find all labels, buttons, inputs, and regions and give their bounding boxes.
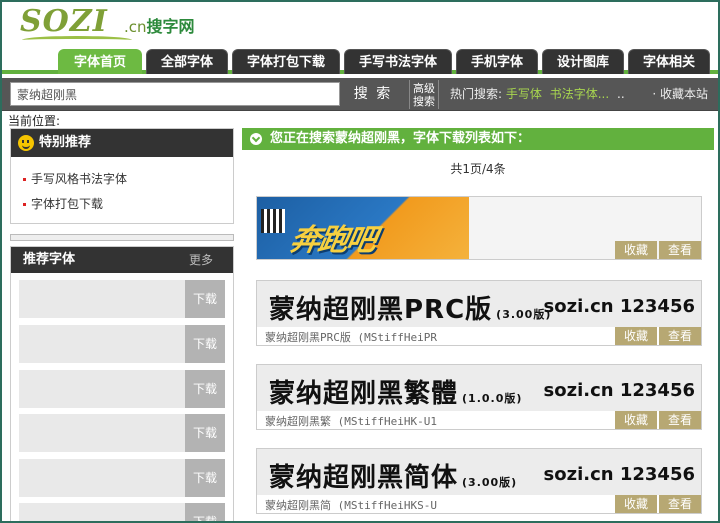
advanced-search-line2: 搜索 [413,95,435,108]
download-button[interactable]: 下载 [185,459,225,497]
download-button[interactable]: 下载 [185,280,225,318]
hot-search-more: .. [617,87,625,101]
tab-all-fonts[interactable]: 全部字体 [146,49,228,74]
special-recommend-panel: 特别推荐 手写风格书法字体 字体打包下载 [10,128,234,224]
list-item[interactable]: 下载 [19,414,225,452]
list-item[interactable]: 下载 [19,280,225,318]
results-header-text: 您正在搜索蒙纳超刚黑，字体下载列表如下： [270,131,531,146]
site-logo[interactable]: SOZI .cn搜字网 [20,4,210,44]
tab-font-packages[interactable]: 字体打包下载 [232,49,340,74]
list-item[interactable]: 下载 [19,503,225,521]
view-button[interactable]: 查看 [659,411,701,429]
ad-banner-card: 奔跑吧 收藏 查看 [256,196,702,260]
bookmark-site-link[interactable]: · 收藏本站 [652,78,708,111]
hot-search-label: 热门搜索: [450,87,503,101]
logo-cn-text: 搜字网 [146,17,195,36]
tab-font-home[interactable]: 字体首页 [58,49,142,74]
font-preview-brand: sozi.cn 123456 [543,380,695,401]
ad-banner-text: 奔跑吧 [287,223,378,258]
tab-handwriting-fonts[interactable]: 手写书法字体 [344,49,452,74]
header: SOZI .cn搜字网 字体首页 全部字体 字体打包下载 手写书法字体 手机字体… [2,2,718,74]
search-bar: 搜 索 高级 搜索 热门搜索: 手写体 书法字体... .. · 收藏本站 [2,78,718,111]
smiley-icon [18,135,34,151]
hot-searches: 热门搜索: 手写体 书法字体... .. [450,78,625,111]
results-header: 您正在搜索蒙纳超刚黑，字体下载列表如下： [242,128,714,150]
search-input[interactable] [10,82,340,106]
font-preview-brand: sozi.cn 123456 [543,464,695,485]
font-preview-brand: sozi.cn 123456 [543,296,695,317]
favorite-button[interactable]: 收藏 [615,327,657,345]
more-link[interactable]: 更多 [189,247,213,273]
arrow-down-icon [250,133,262,145]
page-info: 共1页/4条 [450,162,506,176]
font-preview-name: 蒙纳超刚黑简体 (3.00版) [269,457,517,494]
recommend-link-handwriting[interactable]: 手写风格书法字体 [23,167,233,192]
font-caption[interactable]: 蒙纳超刚黑简 (MStiffHeiHKS-U [265,497,437,513]
tab-design-gallery[interactable]: 设计图库 [542,49,624,74]
logo-chinese: .cn搜字网 [124,13,195,37]
favorite-button[interactable]: 收藏 [615,241,657,259]
download-button[interactable]: 下载 [185,370,225,408]
page-frame: SOZI .cn搜字网 字体首页 全部字体 字体打包下载 手写书法字体 手机字体… [0,0,720,523]
font-preview-title: 蒙纳超刚黑简体 [269,463,459,493]
font-result-card: 蒙纳超刚黑简体 (3.00版) sozi.cn 123456 蒙纳超刚黑简 (MS… [256,448,702,514]
font-caption[interactable]: 蒙纳超刚黑繁 (MStiffHeiHK-U1 [265,413,437,429]
logo-wordmark: SOZI [20,4,108,39]
special-recommend-title: 特别推荐 [39,135,92,150]
font-preview-name: 蒙纳超刚黑PRC版 (3.00版) [269,289,551,326]
logo-domain: .cn [124,18,147,36]
download-button[interactable]: 下载 [185,325,225,363]
list-item[interactable]: 下载 [19,459,225,497]
special-recommend-header: 特别推荐 [11,129,233,157]
font-result-card: 蒙纳超刚黑PRC版 (3.00版) sozi.cn 123456 蒙纳超刚黑PRC… [256,280,702,346]
font-preview-title: 蒙纳超刚黑PRC版 [269,295,493,325]
hot-search-link-handwriting[interactable]: 手写体 [506,87,542,101]
ad-banner-image[interactable]: 奔跑吧 [257,197,469,259]
advanced-search-button[interactable]: 高级 搜索 [409,80,439,109]
logo-swoosh [22,36,132,44]
list-item[interactable]: 下载 [19,325,225,363]
download-button[interactable]: 下载 [185,503,225,521]
font-preview-version: (3.00版) [462,476,518,489]
download-button[interactable]: 下载 [185,414,225,452]
view-button[interactable]: 查看 [659,495,701,513]
favorite-button[interactable]: 收藏 [615,411,657,429]
font-result-card: 蒙纳超刚黑繁體 (1.0.0版) sozi.cn 123456 蒙纳超刚黑繁 (M… [256,364,702,430]
font-preview-image[interactable]: 蒙纳超刚黑简体 (3.00版) sozi.cn 123456 [257,449,701,495]
favorite-button[interactable]: 收藏 [615,495,657,513]
list-item[interactable]: 下载 [19,370,225,408]
tab-mobile-fonts[interactable]: 手机字体 [456,49,538,74]
hot-search-link-calligraphy[interactable]: 书法字体... [550,87,609,101]
recommended-fonts-header: 推荐字体 更多 [11,247,233,273]
card-actions: 收藏 查看 [613,327,701,345]
search-button[interactable]: 搜 索 [343,82,403,106]
view-button[interactable]: 查看 [659,241,701,259]
qr-code-icon [261,209,285,233]
recommended-fonts-panel: 推荐字体 更多 下载 下载 下载 下载 下载 下载 [10,246,234,521]
font-preview-image[interactable]: 蒙纳超刚黑繁體 (1.0.0版) sozi.cn 123456 [257,365,701,411]
advanced-search-line1: 高级 [413,82,435,95]
special-recommend-list: 手写风格书法字体 字体打包下载 [11,157,233,217]
font-preview-title: 蒙纳超刚黑繁體 [269,379,459,409]
card-actions: 收藏 查看 [613,241,701,259]
font-preview-name: 蒙纳超刚黑繁體 (1.0.0版) [269,373,522,410]
card-actions: 收藏 查看 [613,411,701,429]
card-actions: 收藏 查看 [613,495,701,513]
recommended-fonts-title: 推荐字体 [23,252,76,267]
font-preview-version: (1.0.0版) [462,392,523,405]
font-caption[interactable]: 蒙纳超刚黑PRC版 (MStiffHeiPR [265,329,437,345]
font-preview-image[interactable]: 蒙纳超刚黑PRC版 (3.00版) sozi.cn 123456 [257,281,701,327]
recommend-link-packages[interactable]: 字体打包下载 [23,192,233,217]
main-nav: 字体首页 全部字体 字体打包下载 手写书法字体 手机字体 设计图库 字体相关 [2,47,718,74]
sidebar-divider [10,234,234,241]
breadcrumb: 当前位置: [8,114,61,128]
view-button[interactable]: 查看 [659,327,701,345]
tab-font-related[interactable]: 字体相关 [628,49,710,74]
